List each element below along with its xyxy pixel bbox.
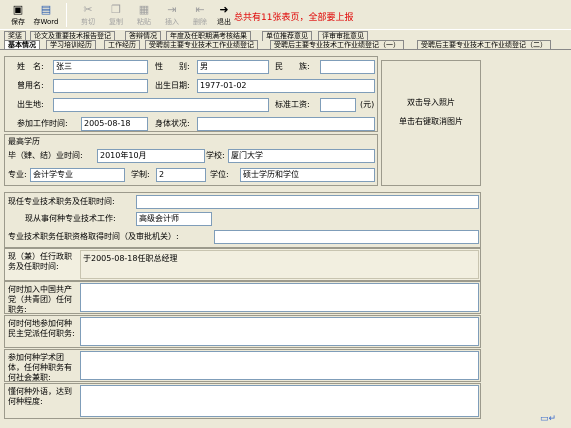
save-word-button[interactable]: ▤ 存Word [32, 2, 60, 28]
gender-field[interactable]: 男 [197, 60, 269, 74]
photo-remove-hint: 单击右键取消图片 [399, 117, 463, 126]
work-start-label: 参加工作时间: [17, 119, 68, 128]
scroll-indicator-icon: ▭↵ [540, 414, 557, 424]
save-icon: ▣ [12, 3, 24, 16]
society-field[interactable] [80, 351, 479, 380]
current-title-field[interactable] [136, 195, 479, 209]
paste-icon: ▦ [138, 3, 150, 16]
word-icon: ▤ [40, 3, 52, 16]
qualification-label: 专业技术职务任职资格取得时间（及审批机关）: [8, 232, 179, 241]
photo-box[interactable]: 双击导入照片 单击右键取消图片 [381, 60, 481, 186]
gender-label: 性 别: [155, 62, 190, 71]
save-button[interactable]: ▣ 保存 [4, 2, 32, 28]
cut-icon: ✂ [83, 3, 93, 16]
salary-label: 标准工资: [275, 100, 310, 109]
salary-unit: (元) [360, 100, 375, 109]
major-label: 专业: [8, 170, 27, 179]
length-label: 学制: [131, 170, 150, 179]
name-field[interactable]: 张三 [53, 60, 148, 74]
degree-label: 学位: [210, 170, 229, 179]
cut-button[interactable]: ✂ 剪切 [74, 2, 102, 28]
admin-post-field[interactable]: 于2005-08-18任职总经理 [80, 250, 479, 279]
qualification-field[interactable] [214, 230, 479, 244]
current-title-label: 现任专业技术职务及任职时间: [8, 197, 115, 206]
major-field[interactable]: 会计学专业 [30, 168, 125, 182]
insert-icon: ⇥ [167, 3, 177, 16]
former-name-field[interactable] [53, 79, 148, 93]
birth-date-label: 出生日期: [155, 81, 190, 90]
democratic-party-label: 何时何地参加何种民主党派任何职务: [8, 319, 75, 338]
delete-icon: ⇤ [195, 3, 205, 16]
paste-button[interactable]: ▦ 粘贴 [130, 2, 158, 28]
grad-time-label: 毕（肄、结）业时间: [8, 151, 83, 160]
current-work-field[interactable]: 高级会计师 [136, 212, 212, 226]
ethnic-label: 民 族: [275, 62, 310, 71]
exit-icon: ➜ [219, 3, 229, 16]
insert-button[interactable]: ⇥ 插入 [158, 2, 186, 28]
language-label: 懂何种外语，达到何种程度: [8, 387, 72, 406]
copy-icon: ❐ [111, 3, 121, 16]
ethnic-field[interactable] [320, 60, 375, 74]
health-field[interactable] [197, 117, 375, 131]
birthplace-label: 出生地: [17, 100, 44, 109]
school-label: 学校: [206, 151, 225, 160]
length-field[interactable]: 2 [156, 168, 206, 182]
former-name-label: 曾用名: [17, 81, 44, 90]
birth-date-field[interactable]: 1977-01-02 [197, 79, 375, 93]
society-label: 参加何种学术团体，任何种职务有何社会兼职: [8, 353, 72, 382]
school-field[interactable]: 厦门大学 [228, 149, 375, 163]
copy-button[interactable]: ❐ 复制 [102, 2, 130, 28]
work-start-field[interactable]: 2005-08-18 [81, 117, 148, 131]
degree-field[interactable]: 硕士学历和学位 [240, 168, 375, 182]
party-field[interactable] [80, 283, 479, 312]
party-label: 何时加入中国共产党（共青团）任何职务: [8, 285, 72, 314]
health-label: 身体状况: [155, 119, 190, 128]
birthplace-field[interactable] [53, 98, 269, 112]
grad-time-field[interactable]: 2010年10月 [97, 149, 205, 163]
education-title: 最高学历 [8, 137, 40, 146]
toolbar: ▣ 保存 ▤ 存Word ✂ 剪切 ❐ 复制 ▦ 粘贴 ⇥ 插入 ⇤ 删除 ➜ 退出 总共有11… [0, 0, 571, 30]
democratic-party-field[interactable] [80, 317, 479, 346]
notice-text: 总共有11张表页，全部要上报 [234, 13, 354, 23]
name-label: 姓 名: [17, 62, 44, 71]
salary-field[interactable] [320, 98, 356, 112]
language-field[interactable] [80, 385, 479, 417]
photo-import-hint: 双击导入照片 [407, 98, 455, 107]
admin-post-label: 现（兼）任行政职务及任职时间: [8, 252, 72, 271]
current-work-label: 现从事何种专业技术工作: [25, 214, 116, 223]
